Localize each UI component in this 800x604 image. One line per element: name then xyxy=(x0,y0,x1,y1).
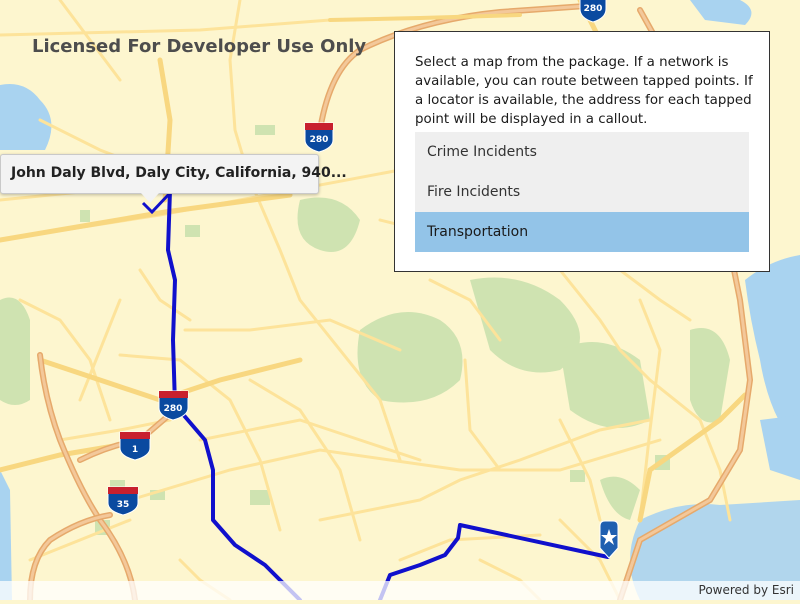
address-callout: John Daly Blvd, Daly City, California, 9… xyxy=(0,154,347,194)
shield-1-label: 1 xyxy=(132,445,138,455)
shield-280-lower-label: 280 xyxy=(164,404,183,414)
shield-280-top-label: 280 xyxy=(584,4,603,14)
shield-280-upper-label: 280 xyxy=(310,135,329,145)
shield-1-icon: 1 xyxy=(119,431,151,461)
panel-instructions: Select a map from the package. If a netw… xyxy=(415,55,753,127)
map-list[interactable]: Crime Incidents Fire Incidents Transport… xyxy=(415,132,749,252)
esri-attribution[interactable]: Powered by Esri xyxy=(699,583,794,597)
map-item-transportation[interactable]: Transportation xyxy=(415,212,749,252)
developer-license-watermark: Licensed For Developer Use Only xyxy=(32,36,367,57)
map-item-crime-incidents[interactable]: Crime Incidents xyxy=(415,132,749,172)
map-selection-panel: Select a map from the package. If a netw… xyxy=(394,31,770,272)
map-item-fire-incidents[interactable]: Fire Incidents xyxy=(415,172,749,212)
shield-280-upper-icon: 280 xyxy=(304,122,334,153)
attribution-bar xyxy=(0,581,800,600)
callout-tail xyxy=(141,193,159,203)
shield-35-icon: 35 xyxy=(107,486,139,516)
callout-address-text: John Daly Blvd, Daly City, California, 9… xyxy=(11,165,347,181)
shield-280-lower-icon: 280 xyxy=(158,390,189,421)
shield-35-label: 35 xyxy=(117,500,130,510)
